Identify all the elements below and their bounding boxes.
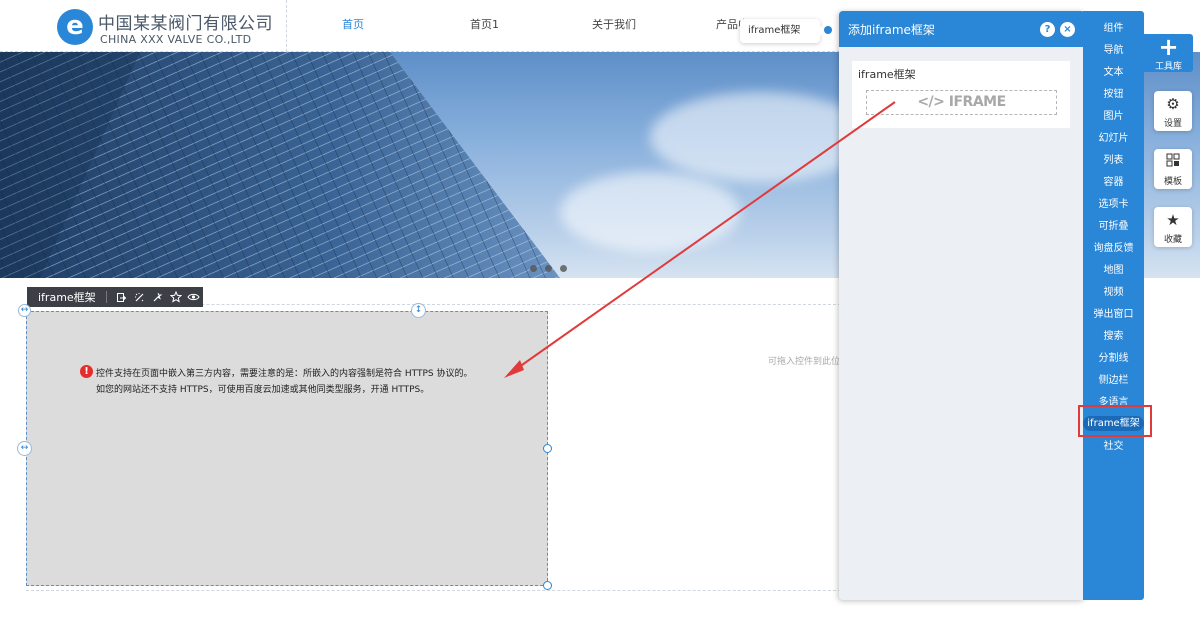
widget-card-title: iframe框架	[858, 68, 916, 81]
nav-item-home1[interactable]: 首页1	[470, 16, 499, 32]
warning-icon: !	[80, 365, 93, 378]
eye-icon[interactable]	[185, 287, 203, 307]
category-item-slideshow[interactable]: 幻灯片	[1083, 129, 1144, 144]
category-item-component[interactable]: 组件	[1083, 19, 1144, 34]
copy-icon[interactable]	[113, 287, 131, 307]
grid-guide	[286, 0, 287, 52]
template-label: 模板	[1163, 177, 1182, 187]
category-item-image[interactable]: 图片	[1083, 107, 1144, 122]
magic-icon[interactable]	[131, 287, 149, 307]
category-item-sidebar[interactable]: 侧边栏	[1083, 371, 1144, 386]
animation-icon[interactable]	[149, 287, 167, 307]
category-item-popup[interactable]: 弹出窗口	[1083, 305, 1144, 320]
slide-dot[interactable]	[530, 265, 537, 272]
drag-tooltip: iframe框架	[740, 19, 820, 43]
settings-label: 设置	[1163, 119, 1182, 129]
component-toolbar-title: iframe框架	[38, 291, 96, 304]
favorites-label: 收藏	[1163, 235, 1182, 245]
resize-handle-bottom-right[interactable]	[543, 581, 552, 590]
close-icon[interactable]: ×	[1060, 22, 1075, 37]
category-item-search[interactable]: 搜索	[1083, 327, 1144, 342]
category-item-button[interactable]: 按钮	[1083, 85, 1144, 100]
star-icon[interactable]	[167, 287, 185, 307]
toolbar-separator	[105, 291, 107, 303]
template-button[interactable]: 模板	[1154, 149, 1192, 189]
star-plus-icon: ★	[1166, 211, 1180, 229]
panel-header: 添加iframe框架 ? ×	[839, 11, 1085, 47]
component-category-list: 组件 导航 文本 按钮 图片 幻灯片 列表 容器 选项卡 可折叠 询盘反馈 地图…	[1083, 11, 1144, 600]
component-toolbar: iframe框架	[27, 287, 203, 307]
gear-icon: ⚙	[1166, 95, 1180, 113]
drop-zone-placeholder: 可拖入控件到此位置	[768, 357, 850, 367]
category-item-text[interactable]: 文本	[1083, 63, 1144, 78]
iframe-widget-preview[interactable]: </> IFRAME	[866, 90, 1057, 115]
category-item-map[interactable]: 地图	[1083, 261, 1144, 276]
category-item-collapsible[interactable]: 可折叠	[1083, 217, 1144, 232]
resize-horizontal-icon[interactable]: ↔	[18, 304, 31, 317]
resize-horizontal-icon[interactable]: ↔	[17, 441, 32, 456]
category-item-divider[interactable]: 分割线	[1083, 349, 1144, 364]
tooltip-pointer-dot	[824, 26, 832, 34]
category-item-list[interactable]: 列表	[1083, 151, 1144, 166]
category-item-navigation[interactable]: 导航	[1083, 41, 1144, 56]
grid-guide	[26, 590, 841, 591]
nav-item-about[interactable]: 关于我们	[592, 16, 636, 32]
category-item-social[interactable]: 社交	[1083, 437, 1144, 452]
component-notice-line: 控件支持在页面中嵌入第三方内容，需要注意的是：所嵌入的内容强制是符合 HTTPS…	[96, 369, 473, 379]
iframe-widget-card[interactable]: iframe框架 </> IFRAME	[852, 61, 1070, 128]
nav-item-home[interactable]: 首页	[342, 16, 364, 32]
editor-stage: e 中国某某阀门有限公司 CHINA XXX VALVE CO.,LTD 首页 …	[0, 0, 1200, 617]
favorites-button[interactable]: ★ 收藏	[1154, 207, 1192, 247]
logo-icon[interactable]: e	[57, 9, 93, 45]
category-item-tabs[interactable]: 选项卡	[1083, 195, 1144, 210]
category-item-video[interactable]: 视频	[1083, 283, 1144, 298]
slide-dot[interactable]	[545, 265, 552, 272]
logo-company-name[interactable]: 中国某某阀门有限公司	[98, 9, 273, 34]
selection-highlight-box	[1078, 405, 1152, 437]
slide-dot[interactable]	[560, 265, 567, 272]
resize-handle-right[interactable]	[543, 444, 552, 453]
panel-title: 添加iframe框架	[848, 23, 935, 37]
category-item-inquiry[interactable]: 询盘反馈	[1083, 239, 1144, 254]
grid-icon	[1154, 153, 1192, 171]
help-icon[interactable]: ?	[1040, 22, 1055, 37]
iframe-component[interactable]	[26, 311, 548, 586]
toolbox-label: 工具库	[1154, 62, 1182, 72]
add-component-panel: 添加iframe框架 ? × iframe框架 </> IFRAME	[839, 11, 1085, 600]
slide-indicators	[530, 257, 575, 276]
resize-vertical-icon[interactable]: ↕	[411, 303, 426, 318]
component-notice-line: 如您的网站还不支持 HTTPS，可使用百度云加速或其他同类型服务，开通 HTTP…	[96, 385, 430, 395]
toolbox-button[interactable]: + 工具库	[1144, 33, 1193, 72]
settings-button[interactable]: ⚙ 设置	[1154, 91, 1192, 131]
category-item-container[interactable]: 容器	[1083, 173, 1144, 188]
logo-company-name-en[interactable]: CHINA XXX VALVE CO.,LTD	[100, 33, 251, 46]
plus-icon: +	[1158, 33, 1179, 61]
